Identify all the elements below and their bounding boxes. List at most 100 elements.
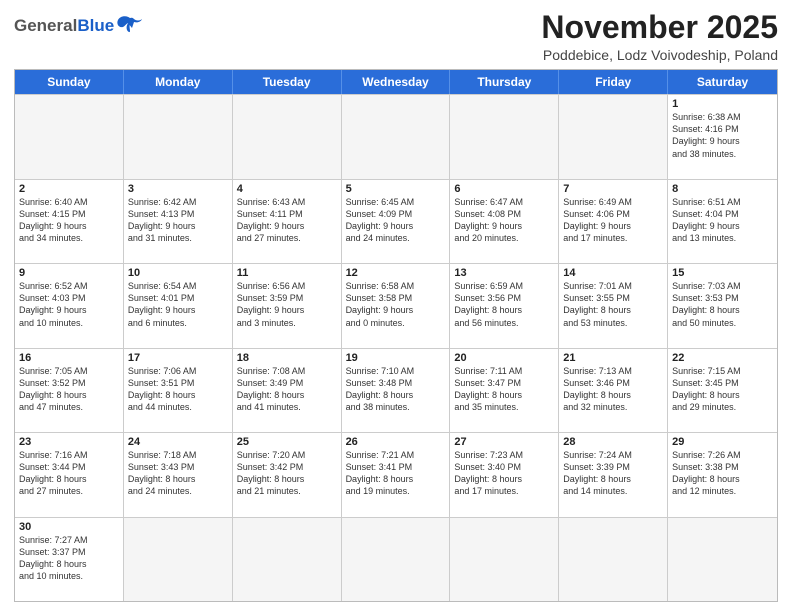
logo: GeneralBlue — [14, 10, 144, 36]
day-number: 22 — [672, 352, 773, 364]
day-info: Sunrise: 6:54 AM Sunset: 4:01 PM Dayligh… — [128, 280, 228, 329]
calendar-day-11: 11Sunrise: 6:56 AM Sunset: 3:59 PM Dayli… — [233, 264, 342, 347]
calendar-day-25: 25Sunrise: 7:20 AM Sunset: 3:42 PM Dayli… — [233, 433, 342, 516]
calendar-day-empty — [124, 95, 233, 178]
calendar-day-empty — [450, 95, 559, 178]
calendar-day-empty — [668, 518, 777, 601]
day-number: 1 — [672, 98, 773, 110]
weekday-header-saturday: Saturday — [668, 70, 777, 94]
calendar-row-2: 9Sunrise: 6:52 AM Sunset: 4:03 PM Daylig… — [15, 263, 777, 347]
day-info: Sunrise: 7:15 AM Sunset: 3:45 PM Dayligh… — [672, 365, 773, 414]
day-info: Sunrise: 7:01 AM Sunset: 3:55 PM Dayligh… — [563, 280, 663, 329]
day-info: Sunrise: 6:56 AM Sunset: 3:59 PM Dayligh… — [237, 280, 337, 329]
calendar-row-5: 30Sunrise: 7:27 AM Sunset: 3:37 PM Dayli… — [15, 517, 777, 601]
calendar-day-16: 16Sunrise: 7:05 AM Sunset: 3:52 PM Dayli… — [15, 349, 124, 432]
day-info: Sunrise: 7:26 AM Sunset: 3:38 PM Dayligh… — [672, 449, 773, 498]
calendar-day-14: 14Sunrise: 7:01 AM Sunset: 3:55 PM Dayli… — [559, 264, 668, 347]
calendar-day-23: 23Sunrise: 7:16 AM Sunset: 3:44 PM Dayli… — [15, 433, 124, 516]
calendar-day-5: 5Sunrise: 6:45 AM Sunset: 4:09 PM Daylig… — [342, 180, 451, 263]
day-info: Sunrise: 6:45 AM Sunset: 4:09 PM Dayligh… — [346, 196, 446, 245]
calendar-row-0: 1Sunrise: 6:38 AM Sunset: 4:16 PM Daylig… — [15, 94, 777, 178]
day-info: Sunrise: 7:18 AM Sunset: 3:43 PM Dayligh… — [128, 449, 228, 498]
day-info: Sunrise: 7:20 AM Sunset: 3:42 PM Dayligh… — [237, 449, 337, 498]
calendar-day-6: 6Sunrise: 6:47 AM Sunset: 4:08 PM Daylig… — [450, 180, 559, 263]
day-info: Sunrise: 7:24 AM Sunset: 3:39 PM Dayligh… — [563, 449, 663, 498]
calendar-day-20: 20Sunrise: 7:11 AM Sunset: 3:47 PM Dayli… — [450, 349, 559, 432]
day-number: 29 — [672, 436, 773, 448]
day-info: Sunrise: 7:11 AM Sunset: 3:47 PM Dayligh… — [454, 365, 554, 414]
calendar-day-empty — [233, 95, 342, 178]
calendar-day-15: 15Sunrise: 7:03 AM Sunset: 3:53 PM Dayli… — [668, 264, 777, 347]
day-number: 11 — [237, 267, 337, 279]
calendar-day-26: 26Sunrise: 7:21 AM Sunset: 3:41 PM Dayli… — [342, 433, 451, 516]
calendar-header: SundayMondayTuesdayWednesdayThursdayFrid… — [15, 70, 777, 94]
calendar-day-1: 1Sunrise: 6:38 AM Sunset: 4:16 PM Daylig… — [668, 95, 777, 178]
calendar-row-1: 2Sunrise: 6:40 AM Sunset: 4:15 PM Daylig… — [15, 179, 777, 263]
day-number: 7 — [563, 183, 663, 195]
calendar-day-empty — [559, 518, 668, 601]
calendar-day-13: 13Sunrise: 6:59 AM Sunset: 3:56 PM Dayli… — [450, 264, 559, 347]
day-number: 5 — [346, 183, 446, 195]
day-number: 26 — [346, 436, 446, 448]
day-info: Sunrise: 6:43 AM Sunset: 4:11 PM Dayligh… — [237, 196, 337, 245]
day-info: Sunrise: 7:06 AM Sunset: 3:51 PM Dayligh… — [128, 365, 228, 414]
day-info: Sunrise: 7:23 AM Sunset: 3:40 PM Dayligh… — [454, 449, 554, 498]
day-info: Sunrise: 6:52 AM Sunset: 4:03 PM Dayligh… — [19, 280, 119, 329]
calendar-day-2: 2Sunrise: 6:40 AM Sunset: 4:15 PM Daylig… — [15, 180, 124, 263]
calendar-day-9: 9Sunrise: 6:52 AM Sunset: 4:03 PM Daylig… — [15, 264, 124, 347]
day-number: 20 — [454, 352, 554, 364]
calendar-row-3: 16Sunrise: 7:05 AM Sunset: 3:52 PM Dayli… — [15, 348, 777, 432]
page: GeneralBlue November 2025 Poddebice, Lod… — [0, 0, 792, 612]
day-number: 15 — [672, 267, 773, 279]
day-info: Sunrise: 7:16 AM Sunset: 3:44 PM Dayligh… — [19, 449, 119, 498]
calendar-day-24: 24Sunrise: 7:18 AM Sunset: 3:43 PM Dayli… — [124, 433, 233, 516]
calendar-day-empty — [233, 518, 342, 601]
calendar-day-empty — [559, 95, 668, 178]
calendar-day-10: 10Sunrise: 6:54 AM Sunset: 4:01 PM Dayli… — [124, 264, 233, 347]
weekday-header-friday: Friday — [559, 70, 668, 94]
weekday-header-wednesday: Wednesday — [342, 70, 451, 94]
calendar-day-22: 22Sunrise: 7:15 AM Sunset: 3:45 PM Dayli… — [668, 349, 777, 432]
calendar-day-4: 4Sunrise: 6:43 AM Sunset: 4:11 PM Daylig… — [233, 180, 342, 263]
calendar-day-empty — [15, 95, 124, 178]
calendar-day-17: 17Sunrise: 7:06 AM Sunset: 3:51 PM Dayli… — [124, 349, 233, 432]
calendar-day-7: 7Sunrise: 6:49 AM Sunset: 4:06 PM Daylig… — [559, 180, 668, 263]
day-info: Sunrise: 6:40 AM Sunset: 4:15 PM Dayligh… — [19, 196, 119, 245]
calendar-day-30: 30Sunrise: 7:27 AM Sunset: 3:37 PM Dayli… — [15, 518, 124, 601]
weekday-header-thursday: Thursday — [450, 70, 559, 94]
location: Poddebice, Lodz Voivodeship, Poland — [541, 47, 778, 63]
day-info: Sunrise: 7:27 AM Sunset: 3:37 PM Dayligh… — [19, 534, 119, 583]
day-number: 18 — [237, 352, 337, 364]
day-info: Sunrise: 6:58 AM Sunset: 3:58 PM Dayligh… — [346, 280, 446, 329]
calendar-body: 1Sunrise: 6:38 AM Sunset: 4:16 PM Daylig… — [15, 94, 777, 601]
calendar-day-28: 28Sunrise: 7:24 AM Sunset: 3:39 PM Dayli… — [559, 433, 668, 516]
day-info: Sunrise: 6:59 AM Sunset: 3:56 PM Dayligh… — [454, 280, 554, 329]
day-info: Sunrise: 7:03 AM Sunset: 3:53 PM Dayligh… — [672, 280, 773, 329]
day-info: Sunrise: 7:05 AM Sunset: 3:52 PM Dayligh… — [19, 365, 119, 414]
day-info: Sunrise: 6:51 AM Sunset: 4:04 PM Dayligh… — [672, 196, 773, 245]
calendar-row-4: 23Sunrise: 7:16 AM Sunset: 3:44 PM Dayli… — [15, 432, 777, 516]
calendar-day-12: 12Sunrise: 6:58 AM Sunset: 3:58 PM Dayli… — [342, 264, 451, 347]
calendar-day-3: 3Sunrise: 6:42 AM Sunset: 4:13 PM Daylig… — [124, 180, 233, 263]
day-info: Sunrise: 6:47 AM Sunset: 4:08 PM Dayligh… — [454, 196, 554, 245]
calendar-day-empty — [124, 518, 233, 601]
calendar-day-empty — [342, 518, 451, 601]
title-block: November 2025 Poddebice, Lodz Voivodeshi… — [541, 10, 778, 63]
month-title: November 2025 — [541, 10, 778, 45]
day-number: 23 — [19, 436, 119, 448]
day-number: 21 — [563, 352, 663, 364]
weekday-header-monday: Monday — [124, 70, 233, 94]
day-number: 14 — [563, 267, 663, 279]
weekday-header-sunday: Sunday — [15, 70, 124, 94]
day-info: Sunrise: 6:49 AM Sunset: 4:06 PM Dayligh… — [563, 196, 663, 245]
calendar: SundayMondayTuesdayWednesdayThursdayFrid… — [14, 69, 778, 602]
calendar-day-27: 27Sunrise: 7:23 AM Sunset: 3:40 PM Dayli… — [450, 433, 559, 516]
day-number: 27 — [454, 436, 554, 448]
weekday-header-tuesday: Tuesday — [233, 70, 342, 94]
calendar-day-empty — [342, 95, 451, 178]
day-info: Sunrise: 6:38 AM Sunset: 4:16 PM Dayligh… — [672, 111, 773, 160]
logo-bird-icon — [116, 14, 144, 36]
day-info: Sunrise: 7:10 AM Sunset: 3:48 PM Dayligh… — [346, 365, 446, 414]
day-info: Sunrise: 7:08 AM Sunset: 3:49 PM Dayligh… — [237, 365, 337, 414]
day-info: Sunrise: 7:21 AM Sunset: 3:41 PM Dayligh… — [346, 449, 446, 498]
